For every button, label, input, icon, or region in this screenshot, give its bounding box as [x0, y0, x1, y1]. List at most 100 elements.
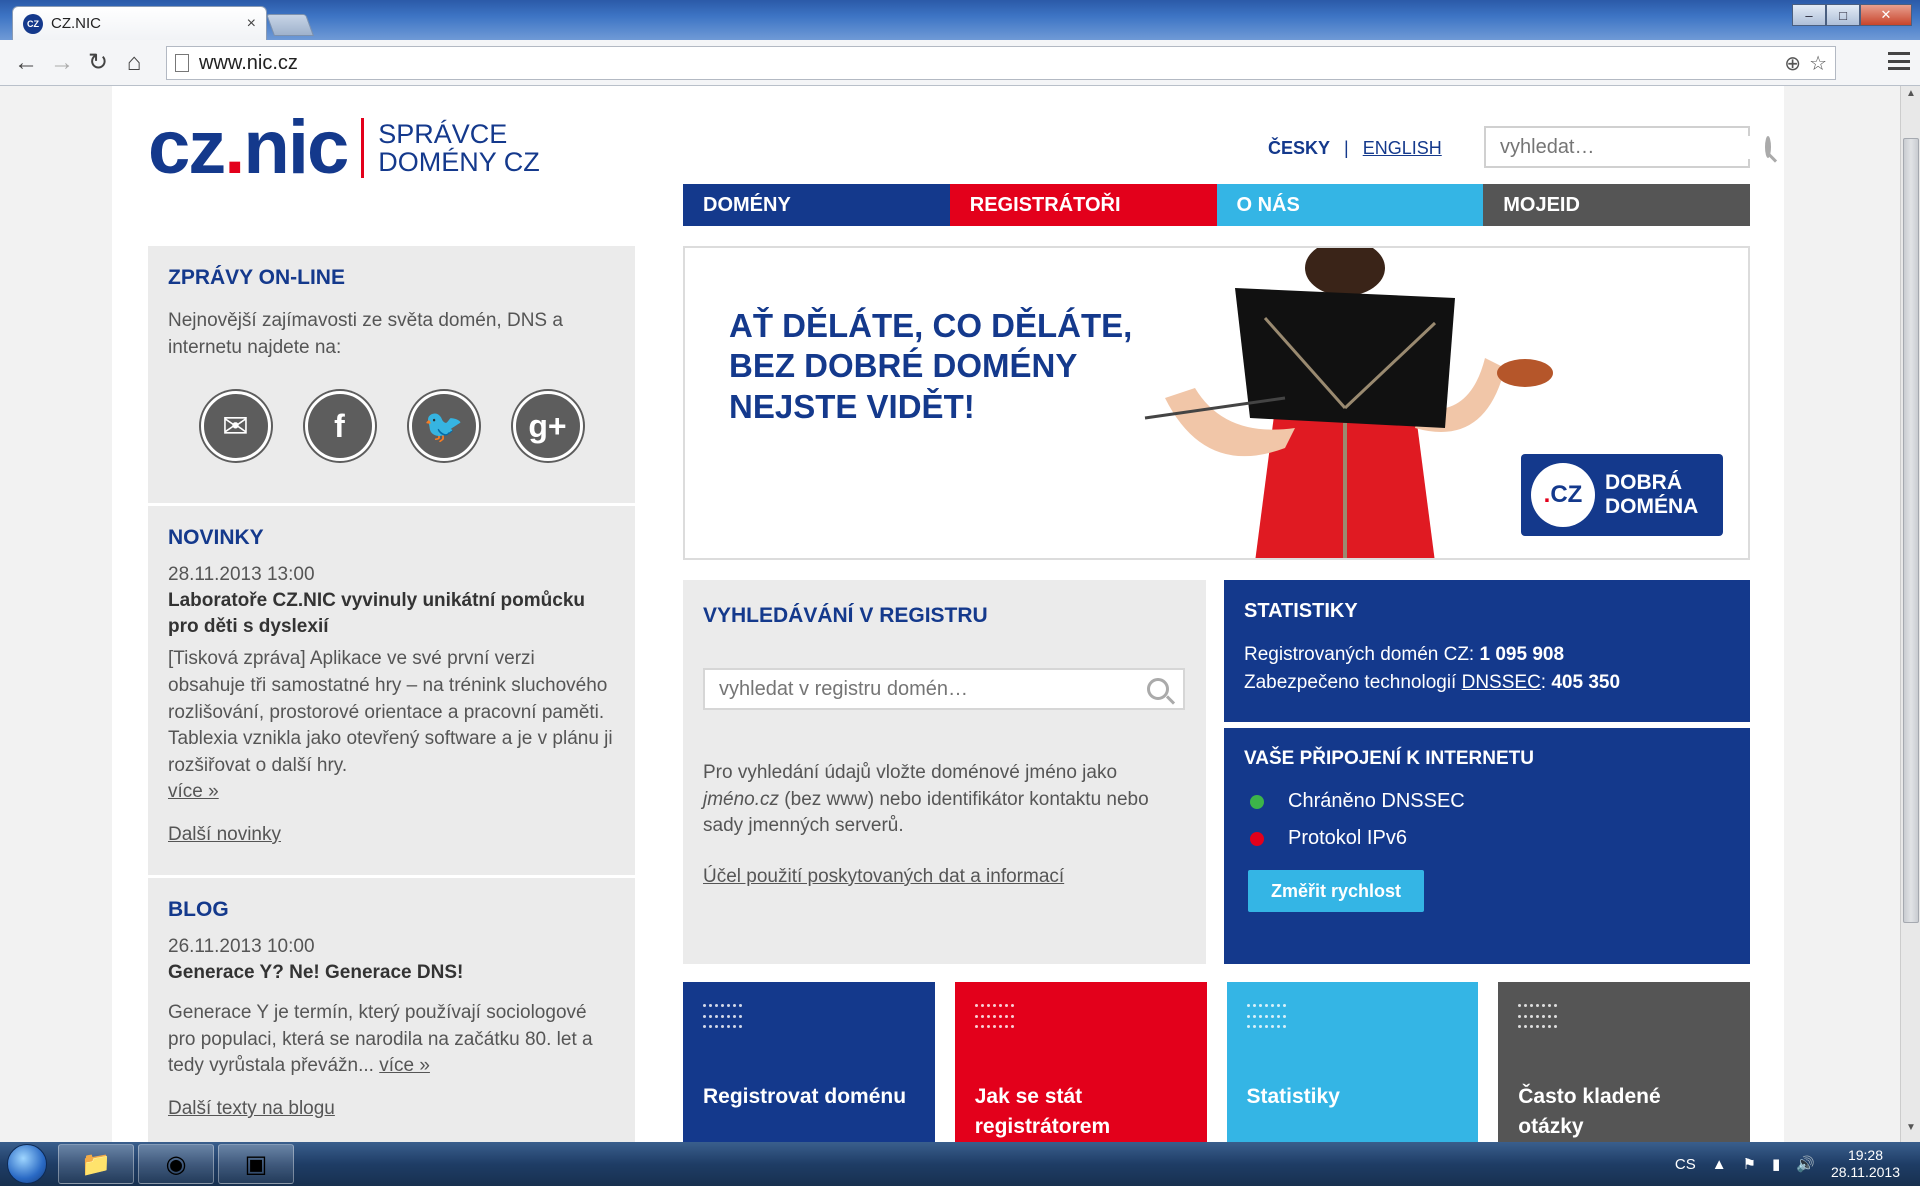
nav-registratori[interactable]: REGISTRÁTOŘI	[949, 184, 1217, 226]
folder-icon: 📁	[81, 1150, 111, 1178]
site-search-input[interactable]	[1500, 135, 1765, 159]
tray-expand-icon[interactable]: ▲	[1712, 1156, 1727, 1173]
close-window-button[interactable]: ✕	[1860, 4, 1912, 26]
registry-help-text: Pro vyhledání údajů vložte doménové jmén…	[703, 762, 1149, 837]
reload-icon: ↻	[87, 49, 109, 76]
news-more-link[interactable]: více »	[168, 781, 219, 802]
window-controls: – □ ✕	[1792, 4, 1912, 26]
twitter-icon[interactable]: 🐦	[408, 391, 479, 462]
dots-grid-icon	[1518, 1004, 1558, 1034]
registry-data-usage-link[interactable]: Účel použití poskytovaných dat a informa…	[703, 866, 1186, 888]
page-viewport: cz.nic SPRÁVCE DOMÉNY CZ ČESKY | ENGLISH…	[0, 86, 1900, 1142]
new-tab-button[interactable]	[265, 14, 315, 36]
dobra-domena-badge: . CZ DOBRÁ DOMÉNA	[1521, 454, 1723, 536]
cznic-logo[interactable]: cz.nic SPRÁVCE DOMÉNY CZ	[148, 110, 540, 186]
forward-arrow-icon: →	[50, 48, 74, 76]
blog-headline[interactable]: Generace Y? Ne! Generace DNS!	[168, 960, 615, 986]
bookmark-star-icon[interactable]: ☆	[1809, 51, 1827, 76]
all-blog-link[interactable]: Další texty na blogu	[168, 1098, 615, 1120]
search-icon[interactable]	[1765, 136, 1771, 158]
dnssec-link[interactable]: DNSSEC	[1462, 672, 1541, 693]
browser-tab[interactable]: CZ CZ.NIC ×	[12, 6, 267, 40]
dnssec-status: Chráněno DNSSEC	[1244, 790, 1730, 813]
reload-button[interactable]: ↻	[80, 46, 116, 80]
blog-more-link[interactable]: více »	[379, 1055, 430, 1076]
nav-mojeid[interactable]: MOJEID	[1483, 184, 1750, 226]
blog-box: BLOG 26.11.2013 10:00 Generace Y? Ne! Ge…	[148, 878, 635, 1142]
cznic-favicon-icon: CZ	[23, 13, 43, 34]
action-center-flag-icon[interactable]: ⚑	[1743, 1155, 1756, 1173]
violinist-illustration	[1144, 248, 1553, 558]
minimize-button[interactable]: –	[1792, 4, 1826, 26]
tile-label: Jak se stát registrátorem	[974, 1085, 1111, 1139]
explorer-task[interactable]: 📁	[58, 1144, 134, 1184]
input-language[interactable]: CS	[1675, 1156, 1696, 1173]
statistics-panel: STATISTIKY Registrovaných domén CZ: 1 09…	[1224, 580, 1750, 722]
windows-logo-icon	[7, 1144, 47, 1184]
email-icon[interactable]: ✉	[200, 391, 271, 462]
address-bar[interactable]: www.nic.cz ⊕ ☆	[166, 46, 1836, 80]
registry-search-icon[interactable]	[1147, 678, 1169, 700]
chrome-task[interactable]: ◉	[138, 1144, 214, 1184]
all-news-link[interactable]: Další novinky	[168, 824, 615, 846]
blog-date: 26.11.2013 10:00	[168, 936, 315, 957]
tile-faq[interactable]: Často kladené otázky	[1498, 982, 1750, 1142]
start-button[interactable]	[0, 1142, 54, 1186]
browser-toolbar: ← → ↻ ⌂ www.nic.cz ⊕ ☆	[0, 40, 1920, 86]
dots-grid-icon	[1246, 1004, 1287, 1034]
cz-badge-logo: . CZ	[1531, 463, 1595, 527]
scroll-down-icon[interactable]: ▼	[1903, 1122, 1919, 1140]
news-headline[interactable]: Laboratoře CZ.NIC vyvinuly unikátní pomů…	[168, 588, 615, 640]
tile-statistics[interactable]: Statistiky	[1226, 982, 1479, 1142]
dots-grid-icon	[703, 1004, 743, 1034]
dnssec-domains-count: 405 350	[1551, 671, 1621, 693]
volume-icon[interactable]: 🔊	[1796, 1155, 1815, 1173]
dots-grid-icon	[974, 1004, 1015, 1034]
home-button[interactable]: ⌂	[116, 46, 152, 80]
registry-search-panel: VYHLEDÁVÁNÍ V REGISTRU Pro vyhledání úda…	[683, 580, 1206, 964]
badge-text: DOBRÁ DOMÉNA	[1605, 470, 1699, 518]
browser-menu-icon[interactable]	[1888, 50, 1910, 72]
nav-domeny[interactable]: DOMÉNY	[683, 184, 950, 226]
facebook-icon[interactable]: f	[304, 391, 375, 462]
news-body: [Tisková zpráva] Aplikace ve své první v…	[168, 648, 613, 803]
home-icon: ⌂	[126, 48, 142, 76]
left-column: ZPRÁVY ON-LINE Nejnovější zajímavosti ze…	[148, 246, 635, 1142]
tile-register-domain[interactable]: Registrovat doménu	[683, 982, 935, 1142]
logo-wordmark: cz.nic	[148, 105, 349, 190]
measure-speed-button[interactable]: Změřit rychlost	[1248, 870, 1424, 912]
lang-czech[interactable]: ČESKY	[1268, 138, 1330, 159]
blog-title: BLOG	[168, 898, 229, 921]
back-button[interactable]: ←	[8, 46, 44, 80]
tile-become-registrar[interactable]: Jak se stát registrátorem	[954, 982, 1207, 1142]
page-content: cz.nic SPRÁVCE DOMÉNY CZ ČESKY | ENGLISH…	[112, 86, 1784, 1142]
social-links: ✉ f 🐦 g+	[168, 391, 615, 462]
nav-o-nas[interactable]: O NÁS	[1216, 184, 1484, 226]
maximize-button[interactable]: □	[1826, 4, 1860, 26]
vertical-scrollbar[interactable]: ▲ ▼	[1900, 86, 1920, 1142]
scroll-thumb[interactable]	[1903, 138, 1919, 923]
online-news-text: Nejnovější zajímavosti ze světa domén, D…	[168, 310, 563, 358]
news-date: 28.11.2013 13:00	[168, 564, 315, 585]
lang-english[interactable]: ENGLISH	[1363, 138, 1442, 159]
window-titlebar: CZ CZ.NIC × – □ ✕	[0, 0, 1920, 40]
banner-headline: AŤ DĚLÁTE, CO DĚLÁTE, BEZ DOBRÉ DOMÉNY N…	[729, 307, 1133, 425]
powerpoint-icon: ▣	[244, 1150, 268, 1178]
google-plus-icon[interactable]: g+	[512, 391, 583, 462]
tab-close-icon[interactable]: ×	[247, 15, 256, 33]
clock[interactable]: 19:28 28.11.2013	[1831, 1147, 1900, 1181]
url-text[interactable]: www.nic.cz	[199, 52, 1776, 75]
scroll-up-icon[interactable]: ▲	[1903, 88, 1919, 106]
connection-title: VAŠE PŘIPOJENÍ K INTERNETU	[1244, 748, 1534, 769]
tile-label: Statistiky	[1246, 1085, 1340, 1108]
system-tray: CS ▲ ⚑ ▮ 🔊 19:28 28.11.2013	[1675, 1142, 1900, 1186]
registry-search-input[interactable]	[719, 677, 1147, 701]
tile-label: Často kladené otázky	[1518, 1085, 1661, 1139]
network-icon[interactable]: ▮	[1772, 1155, 1780, 1173]
status-ok-icon	[1250, 794, 1264, 809]
promo-banner[interactable]: AŤ DĚLÁTE, CO DĚLÁTE, BEZ DOBRÉ DOMÉNY N…	[683, 246, 1750, 560]
forward-button[interactable]: →	[44, 46, 80, 80]
powerpoint-task[interactable]: ▣	[218, 1144, 294, 1184]
registered-domains-line: Registrovaných domén CZ: 1 095 908	[1244, 644, 1565, 665]
zoom-icon[interactable]: ⊕	[1784, 51, 1801, 76]
